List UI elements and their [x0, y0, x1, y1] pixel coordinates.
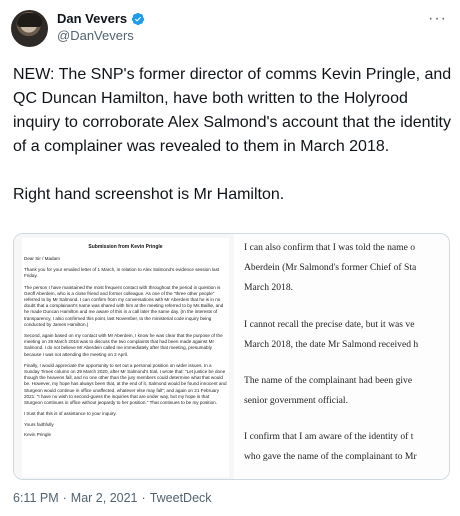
tweet-source[interactable]: TweetDeck: [150, 491, 212, 505]
tweet-date[interactable]: Mar 2, 2021: [71, 491, 138, 505]
meta-separator: ·: [141, 491, 146, 505]
tweet-time[interactable]: 6:11 PM: [13, 491, 59, 505]
document-paragraph: The person I have maintained the most fr…: [24, 284, 224, 327]
hamilton-letter-line: I cannot recall the precise date, but it…: [244, 319, 415, 330]
avatar-hair: [17, 13, 42, 27]
author-handle[interactable]: @DanVevers: [57, 28, 134, 43]
document-paragraph: Finally, I would appreciate the opportun…: [24, 362, 227, 406]
meta-separator: ·: [62, 491, 67, 505]
hamilton-letter-line: I can also confirm that I was told the n…: [244, 242, 416, 253]
document-title: Submission from Kevin Pringle: [88, 244, 163, 250]
document-salutation: Dear Sir / Madam: [24, 256, 60, 261]
author-display-name[interactable]: Dan Vevers: [57, 11, 127, 26]
hamilton-letter-line: Aberdein (Mr Salmond's former Chief of S…: [244, 262, 417, 273]
author-name-row: Dan Vevers: [57, 11, 145, 26]
tweet[interactable]: Dan Vevers @DanVevers ··· NEW: The SNP's…: [0, 0, 460, 516]
avatar[interactable]: [11, 10, 48, 47]
hamilton-letter-line: I confirm that I am aware of the identit…: [244, 431, 414, 442]
document-paragraph: I trust that this is of assistance to yo…: [24, 411, 117, 417]
media-image-right[interactable]: I can also confirm that I was told the n…: [236, 234, 449, 479]
tweet-meta: 6:11 PM · Mar 2, 2021 · TweetDeck: [13, 491, 212, 505]
document-signoff: Yours faithfully: [24, 422, 54, 428]
more-dots-icon[interactable]: ···: [428, 10, 447, 28]
tweet-text: NEW: The SNP's former director of comms …: [13, 63, 453, 207]
hamilton-letter-line: senior government official.: [244, 395, 348, 406]
document-signature: Kevin Pringle: [24, 431, 52, 437]
hamilton-letter-line: March 2018, the date Mr Salmond received…: [244, 339, 419, 350]
verified-badge-icon: [131, 12, 145, 25]
document-paragraph: Second, again based on my contact with M…: [24, 333, 223, 357]
pringle-letter-document: Submission from Kevin Pringle Dear Sir /…: [22, 238, 229, 477]
hamilton-letter-line: The name of the complainant had been giv…: [244, 375, 413, 386]
hamilton-letter-line: March 2018.: [244, 282, 294, 293]
media-image-left[interactable]: Submission from Kevin Pringle Dear Sir /…: [14, 234, 234, 479]
hamilton-letter-line: who gave the name of the complainant to …: [244, 451, 417, 462]
document-paragraph: Thank you for your emailed letter of 1 M…: [24, 267, 220, 279]
tweet-text-paragraph-1: NEW: The SNP's former director of comms …: [13, 66, 452, 155]
tweet-text-paragraph-2: Right hand screenshot is Mr Hamilton.: [13, 186, 285, 203]
tweet-media: Submission from Kevin Pringle Dear Sir /…: [13, 233, 450, 480]
